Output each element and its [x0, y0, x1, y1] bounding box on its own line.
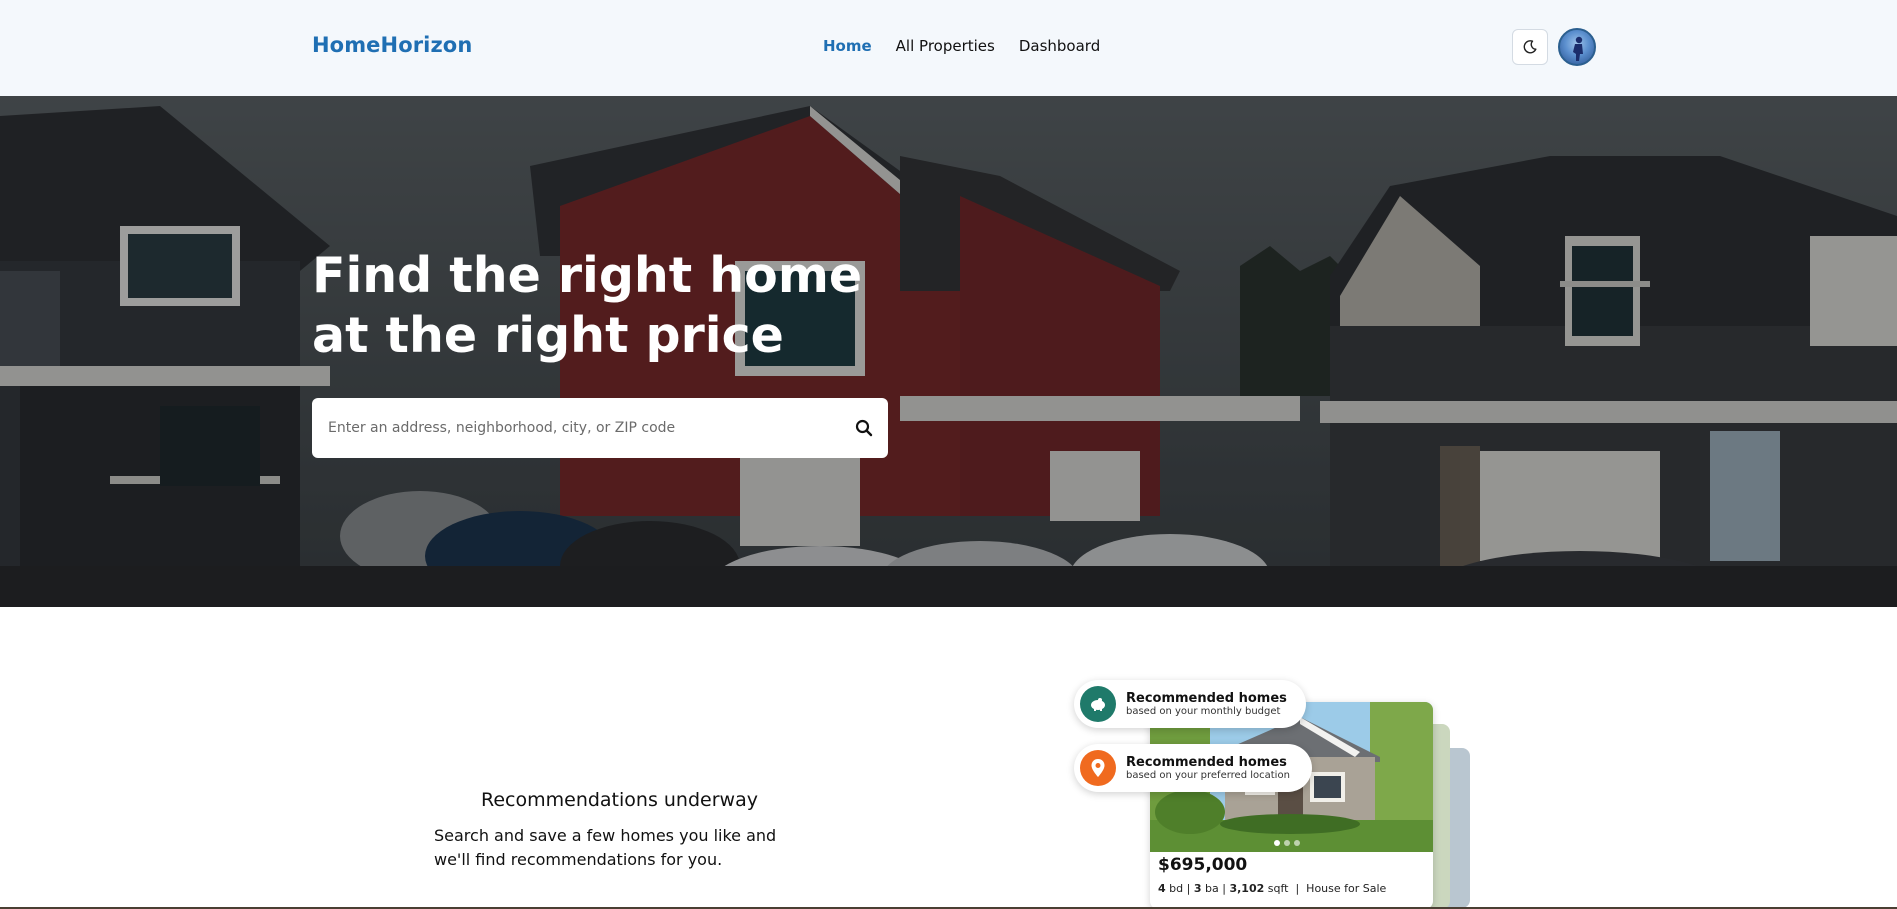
- hero-title-line2: at the right price: [312, 307, 784, 364]
- spec-divider: |: [1222, 882, 1226, 895]
- pill-location-title: Recommended homes: [1126, 754, 1287, 770]
- sqft-value: 3,102: [1229, 882, 1265, 895]
- nav-all-properties[interactable]: All Properties: [896, 37, 995, 55]
- piggy-bank-glyph: [1091, 698, 1105, 711]
- avatar-figure: [1573, 36, 1583, 61]
- hero-title: Find the right home at the right price: [312, 246, 872, 366]
- hero-title-line1: Find the right home: [312, 247, 863, 304]
- hero-banner: Find the right home at the right price: [0, 96, 1897, 607]
- beds-value: 4: [1158, 882, 1166, 895]
- recommendations-title: Recommendations underway: [481, 789, 758, 811]
- hero-background-image: [0, 96, 1897, 607]
- pill-budget-subtitle: based on your monthly budget: [1126, 705, 1281, 717]
- nav-home[interactable]: Home: [823, 37, 872, 55]
- location-pin-icon: [1080, 750, 1116, 786]
- theme-toggle-button[interactable]: [1512, 29, 1548, 65]
- user-avatar[interactable]: [1558, 28, 1596, 66]
- search-input[interactable]: [312, 398, 840, 458]
- pill-location-text: Recommended homes based on your preferre…: [1126, 755, 1290, 782]
- pill-budget-text: Recommended homes based on your monthly …: [1126, 691, 1287, 718]
- property-card[interactable]: $695,000 4 bd | 3 ba | 3,102 sqft | Hous…: [1150, 702, 1433, 909]
- pill-budget-title: Recommended homes: [1126, 690, 1287, 706]
- recommendation-pill-location: Recommended homes based on your preferre…: [1074, 744, 1312, 792]
- search-icon: [855, 419, 873, 437]
- sqft-unit: sqft: [1267, 882, 1289, 895]
- property-type: House for Sale: [1306, 882, 1387, 895]
- logo[interactable]: HomeHorizon: [312, 33, 472, 57]
- nav-dashboard[interactable]: Dashboard: [1019, 37, 1100, 55]
- baths-value: 3: [1193, 882, 1202, 895]
- recommendation-pill-budget: Recommended homes based on your monthly …: [1074, 680, 1306, 728]
- recommendations-text: Search and save a few homes you like and…: [434, 826, 777, 869]
- property-price: $695,000: [1158, 855, 1248, 875]
- recommendations-illustration: $695,000 4 bd | 3 ba | 3,102 sqft | Hous…: [1070, 680, 1500, 909]
- location-pin-glyph: [1091, 759, 1105, 777]
- property-specs: 4 bd | 3 ba | 3,102 sqft | House for Sal…: [1158, 882, 1386, 895]
- moon-icon: [1523, 40, 1537, 54]
- pill-location-subtitle: based on your preferred location: [1126, 769, 1290, 781]
- baths-unit: ba: [1205, 882, 1219, 895]
- spec-divider: |: [1186, 882, 1191, 895]
- top-header: HomeHorizon Home All Properties Dashboar…: [0, 0, 1897, 96]
- search-bar: [312, 398, 888, 458]
- main-nav: Home All Properties Dashboard: [823, 37, 1124, 55]
- spec-divider: |: [1291, 882, 1303, 895]
- search-button[interactable]: [840, 404, 888, 452]
- piggy-bank-icon: [1080, 686, 1116, 722]
- beds-unit: bd: [1169, 882, 1184, 895]
